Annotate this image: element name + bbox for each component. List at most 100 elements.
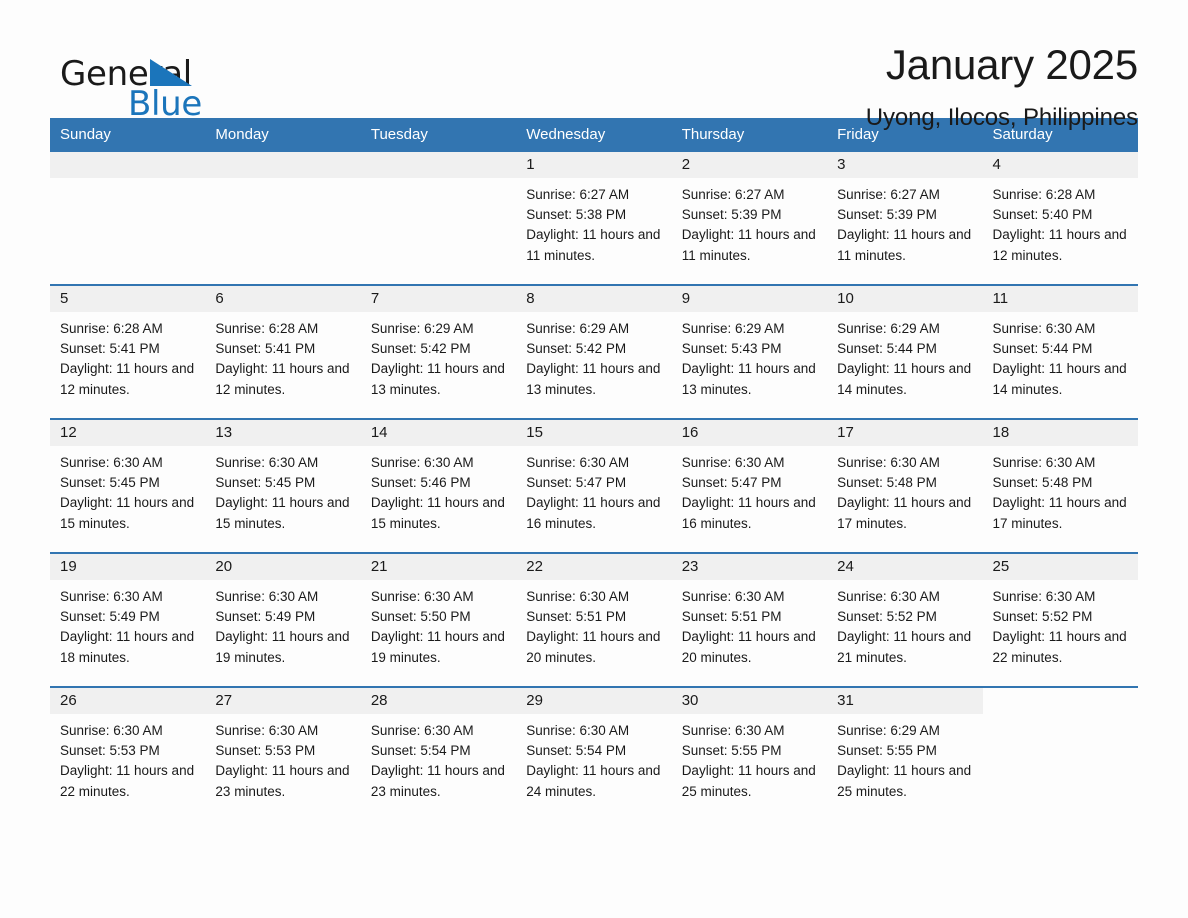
calendar-day-cell[interactable]: 29 Sunrise: 6:30 AM Sunset: 5:54 PM Dayligh… — [516, 686, 672, 820]
day-sun-info: Sunrise: 6:29 AM Sunset: 5:42 PM Daylight:… — [361, 312, 516, 400]
daylight-text: Daylight: 11 hours and 13 minutes. — [681, 361, 816, 397]
calendar-day-cell[interactable]: 19 Sunrise: 6:30 AM Sunset: 5:49 PM Dayligh… — [50, 552, 206, 687]
day-cell-content: 20 Sunrise: 6:30 AM Sunset: 5:49 PM Dayligh… — [205, 554, 361, 686]
weekday-header-thursday: Thursday — [671, 118, 828, 152]
calendar-week-row: 12 Sunrise: 6:30 AM Sunset: 5:45 PM Dayligh… — [50, 418, 1138, 553]
calendar-day-cell[interactable]: 7 Sunrise: 6:29 AM Sunset: 5:42 PM Daylight… — [360, 284, 517, 419]
day-cell-content: 7 Sunrise: 6:29 AM Sunset: 5:42 PM Daylight… — [360, 286, 517, 418]
sunset-text: Sunset: 5:43 PM — [681, 341, 782, 357]
calendar-week-row: 1 Sunrise: 6:27 AM Sunset: 5:38 PM Daylight… — [50, 152, 1138, 285]
day-number: 8 — [516, 286, 672, 312]
day-cell-content: 29 Sunrise: 6:30 AM Sunset: 5:54 PM Dayligh… — [516, 688, 672, 820]
day-cell-content: 12 Sunrise: 6:30 AM Sunset: 5:45 PM Dayligh… — [50, 420, 206, 552]
calendar-day-cell[interactable]: 1 Sunrise: 6:27 AM Sunset: 5:38 PM Daylight… — [516, 152, 672, 285]
day-number: 9 — [671, 286, 828, 312]
day-sun-info: Sunrise: 6:30 AM Sunset: 5:52 PM Daylight:… — [983, 580, 1138, 668]
day-number: 22 — [516, 554, 672, 580]
day-cell-content — [50, 152, 206, 284]
calendar-day-cell[interactable]: 30 Sunrise: 6:30 AM Sunset: 5:55 PM Dayligh… — [671, 686, 828, 820]
day-sun-info: Sunrise: 6:30 AM Sunset: 5:54 PM Daylight:… — [516, 714, 671, 802]
day-sun-info: Sunrise: 6:30 AM Sunset: 5:51 PM Daylight:… — [672, 580, 827, 668]
sunrise-text: Sunrise: 6:28 AM — [60, 321, 163, 336]
calendar-day-cell[interactable]: 28 Sunrise: 6:30 AM Sunset: 5:54 PM Dayligh… — [360, 686, 517, 820]
sunrise-text: Sunrise: 6:30 AM — [526, 455, 630, 470]
calendar-day-cell[interactable]: 4 Sunrise: 6:28 AM Sunset: 5:40 PM Daylight… — [982, 152, 1138, 285]
sunset-text: Sunset: 5:49 PM — [60, 609, 160, 625]
day-sun-info: Sunrise: 6:30 AM Sunset: 5:52 PM Daylight:… — [827, 580, 982, 668]
calendar-day-cell-empty — [205, 152, 361, 285]
day-cell-content: 16 Sunrise: 6:30 AM Sunset: 5:47 PM Dayligh… — [671, 420, 828, 552]
day-sun-info: Sunrise: 6:30 AM Sunset: 5:45 PM Daylight:… — [205, 446, 360, 534]
calendar-day-cell[interactable]: 24 Sunrise: 6:30 AM Sunset: 5:52 PM Dayligh… — [827, 552, 983, 687]
daylight-text: Daylight: 11 hours and 12 minutes. — [992, 227, 1127, 263]
day-number: 12 — [50, 420, 206, 446]
title-block: January 2025 Uyong, Ilocos, Philippines — [866, 40, 1138, 132]
day-cell-content: 9 Sunrise: 6:29 AM Sunset: 5:43 PM Daylight… — [671, 286, 828, 418]
calendar-day-cell[interactable]: 17 Sunrise: 6:30 AM Sunset: 5:48 PM Dayligh… — [827, 418, 983, 553]
sunrise-text: Sunrise: 6:30 AM — [215, 589, 319, 604]
sunrise-text: Sunrise: 6:29 AM — [681, 321, 785, 336]
day-cell-content: 8 Sunrise: 6:29 AM Sunset: 5:42 PM Daylight… — [516, 286, 672, 418]
day-sun-info: Sunrise: 6:30 AM Sunset: 5:49 PM Daylight:… — [205, 580, 360, 668]
sunset-text: Sunset: 5:51 PM — [681, 609, 782, 625]
calendar-day-cell[interactable]: 6 Sunrise: 6:28 AM Sunset: 5:41 PM Daylight… — [205, 284, 361, 419]
day-cell-content: 10 Sunrise: 6:29 AM Sunset: 5:44 PM Dayligh… — [827, 286, 983, 418]
sunset-text: Sunset: 5:42 PM — [370, 341, 471, 357]
calendar-day-cell[interactable]: 5 Sunrise: 6:28 AM Sunset: 5:41 PM Daylight… — [50, 284, 206, 419]
sunset-text: Sunset: 5:52 PM — [837, 609, 937, 625]
calendar-day-cell[interactable]: 16 Sunrise: 6:30 AM Sunset: 5:47 PM Dayligh… — [671, 418, 828, 553]
sunset-text: Sunset: 5:45 PM — [60, 475, 160, 491]
day-number: 19 — [50, 554, 206, 580]
day-sun-info: Sunrise: 6:27 AM Sunset: 5:39 PM Daylight:… — [827, 178, 982, 266]
day-number: 21 — [360, 554, 517, 580]
day-cell-content: 2 Sunrise: 6:27 AM Sunset: 5:39 PM Daylight… — [671, 152, 828, 284]
day-cell-content: 11 Sunrise: 6:30 AM Sunset: 5:44 PM Dayligh… — [982, 286, 1138, 418]
calendar-day-cell[interactable]: 8 Sunrise: 6:29 AM Sunset: 5:42 PM Daylight… — [516, 284, 672, 419]
day-number: 2 — [671, 152, 828, 178]
calendar-day-cell[interactable]: 14 Sunrise: 6:30 AM Sunset: 5:46 PM Dayligh… — [360, 418, 517, 553]
day-number — [205, 152, 361, 178]
calendar-day-cell[interactable]: 26 Sunrise: 6:30 AM Sunset: 5:53 PM Dayligh… — [50, 686, 206, 820]
sunrise-text: Sunrise: 6:30 AM — [60, 455, 163, 470]
sunset-text: Sunset: 5:38 PM — [526, 207, 627, 223]
day-sun-info: Sunrise: 6:30 AM Sunset: 5:47 PM Daylight:… — [516, 446, 671, 534]
calendar-day-cell[interactable]: 21 Sunrise: 6:30 AM Sunset: 5:50 PM Dayligh… — [360, 552, 517, 687]
calendar-day-cell[interactable]: 13 Sunrise: 6:30 AM Sunset: 5:45 PM Dayligh… — [205, 418, 361, 553]
calendar-day-cell[interactable]: 15 Sunrise: 6:30 AM Sunset: 5:47 PM Dayligh… — [516, 418, 672, 553]
sunset-text: Sunset: 5:41 PM — [215, 341, 316, 357]
daylight-text: Daylight: 11 hours and 15 minutes. — [215, 495, 350, 531]
calendar-day-cell[interactable]: 18 Sunrise: 6:30 AM Sunset: 5:48 PM Dayligh… — [982, 418, 1138, 553]
calendar-day-cell[interactable]: 3 Sunrise: 6:27 AM Sunset: 5:39 PM Daylight… — [827, 152, 983, 285]
calendar-day-cell[interactable]: 23 Sunrise: 6:30 AM Sunset: 5:51 PM Dayligh… — [671, 552, 828, 687]
calendar-day-cell[interactable]: 11 Sunrise: 6:30 AM Sunset: 5:44 PM Dayligh… — [982, 284, 1138, 419]
calendar-day-cell[interactable]: 25 Sunrise: 6:30 AM Sunset: 5:52 PM Dayligh… — [982, 552, 1138, 687]
day-sun-info: Sunrise: 6:30 AM Sunset: 5:55 PM Daylight:… — [672, 714, 827, 802]
calendar-day-cell[interactable]: 27 Sunrise: 6:30 AM Sunset: 5:53 PM Dayligh… — [205, 686, 361, 820]
calendar-day-cell[interactable]: 2 Sunrise: 6:27 AM Sunset: 5:39 PM Daylight… — [671, 152, 828, 285]
day-sun-info: Sunrise: 6:27 AM Sunset: 5:38 PM Daylight:… — [516, 178, 671, 266]
daylight-text: Daylight: 11 hours and 14 minutes. — [992, 361, 1127, 397]
sunset-text: Sunset: 5:42 PM — [526, 341, 627, 357]
sunrise-text: Sunrise: 6:30 AM — [60, 589, 163, 604]
calendar-day-cell[interactable]: 20 Sunrise: 6:30 AM Sunset: 5:49 PM Dayligh… — [205, 552, 361, 687]
day-number: 20 — [205, 554, 361, 580]
calendar-day-cell[interactable]: 9 Sunrise: 6:29 AM Sunset: 5:43 PM Daylight… — [671, 284, 828, 419]
daylight-text: Daylight: 11 hours and 16 minutes. — [681, 495, 816, 531]
calendar-day-cell-empty — [360, 152, 517, 285]
calendar-day-cell[interactable]: 10 Sunrise: 6:29 AM Sunset: 5:44 PM Dayligh… — [827, 284, 983, 419]
daylight-text: Daylight: 11 hours and 20 minutes. — [681, 629, 816, 665]
day-sun-info: Sunrise: 6:29 AM Sunset: 5:55 PM Daylight:… — [827, 714, 982, 802]
day-sun-info: Sunrise: 6:30 AM Sunset: 5:53 PM Daylight:… — [205, 714, 360, 802]
day-sun-info: Sunrise: 6:29 AM Sunset: 5:42 PM Daylight:… — [516, 312, 671, 400]
general-blue-logo[interactable]: General Blue — [50, 40, 280, 124]
day-number — [983, 688, 1138, 714]
calendar-day-cell-empty — [982, 686, 1138, 820]
calendar-day-cell[interactable]: 12 Sunrise: 6:30 AM Sunset: 5:45 PM Dayligh… — [50, 418, 206, 553]
calendar-day-cell[interactable]: 31 Sunrise: 6:29 AM Sunset: 5:55 PM Dayligh… — [827, 686, 983, 820]
day-number: 13 — [205, 420, 361, 446]
calendar-day-cell[interactable]: 22 Sunrise: 6:30 AM Sunset: 5:51 PM Dayligh… — [516, 552, 672, 687]
day-cell-content: 23 Sunrise: 6:30 AM Sunset: 5:51 PM Dayligh… — [671, 554, 828, 686]
daylight-text: Daylight: 11 hours and 11 minutes. — [837, 227, 972, 263]
day-number: 1 — [516, 152, 672, 178]
day-cell-content: 18 Sunrise: 6:30 AM Sunset: 5:48 PM Dayligh… — [982, 420, 1138, 552]
